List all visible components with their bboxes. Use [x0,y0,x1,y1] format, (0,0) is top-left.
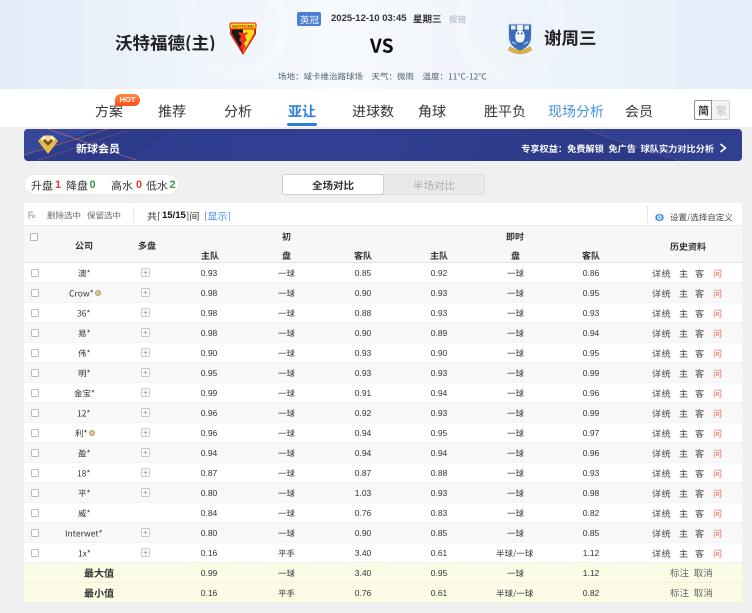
svg-text:WATFORD: WATFORD [232,24,254,29]
